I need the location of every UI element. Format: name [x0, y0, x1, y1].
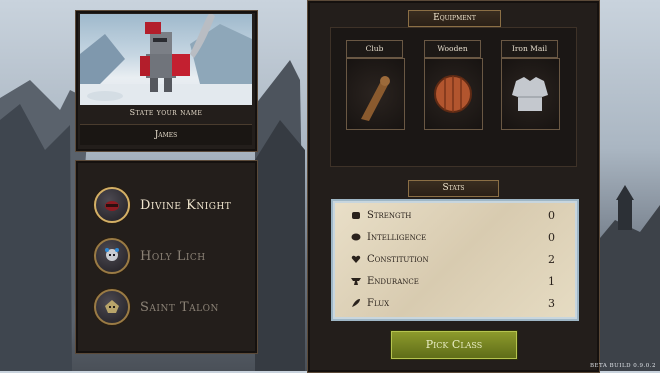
knight-helmet-icon — [94, 187, 130, 223]
build-label: BETA BUILD 0.9.0.2 — [589, 363, 656, 369]
equipment-slot-club[interactable]: Club — [346, 40, 405, 130]
class-option-holy-lich[interactable]: Holy Lich — [94, 236, 244, 276]
stat-row-constitution: Constitution 2 — [351, 250, 555, 268]
stat-label: Intelligence — [367, 231, 427, 243]
stat-row-strength: Strength 0 — [351, 206, 555, 224]
equipment-item-box — [424, 58, 483, 130]
equipment-slot-wooden-shield[interactable]: Wooden Shield — [424, 40, 483, 130]
knight-sprite — [80, 14, 252, 105]
equipment-item-box — [501, 58, 560, 130]
brain-icon — [351, 233, 361, 241]
stat-label: Constitution — [367, 253, 429, 265]
stat-value: 0 — [548, 208, 555, 222]
club-icon — [361, 76, 390, 121]
class-label: Holy Lich — [140, 248, 206, 264]
class-label: Saint Talon — [140, 299, 219, 315]
stat-value: 3 — [548, 296, 555, 310]
stat-row-intelligence: Intelligence 0 — [351, 228, 555, 246]
equipment-label: Wooden Shield — [424, 40, 481, 69]
iron-mail-icon — [512, 77, 548, 111]
equipment-item-box — [346, 58, 405, 130]
hero-portrait — [80, 14, 252, 105]
stat-value: 2 — [548, 252, 555, 266]
stat-value: 1 — [548, 274, 555, 288]
name-prompt: State your name — [129, 108, 203, 117]
equipment-slot-iron-mail[interactable]: Iron Mail — [501, 40, 560, 130]
stat-label: Strength — [367, 209, 412, 221]
fist-icon — [352, 212, 360, 219]
stat-label: Endurance — [367, 275, 419, 287]
class-option-saint-talon[interactable]: Saint Talon — [94, 287, 244, 327]
heart-icon — [351, 255, 361, 263]
class-label: Divine Knight — [140, 197, 232, 213]
equipment-label: Club — [346, 40, 403, 58]
class-option-divine-knight[interactable]: Divine Knight — [94, 185, 244, 225]
stat-row-endurance: Endurance 1 — [351, 272, 555, 290]
lich-skull-icon — [94, 238, 130, 274]
stat-row-flux: Flux 3 — [351, 294, 555, 312]
name-value: James — [154, 130, 178, 140]
stat-value: 0 — [548, 230, 555, 244]
stat-label: Flux — [367, 297, 390, 309]
feather-icon — [352, 299, 360, 307]
name-field[interactable]: James — [80, 124, 252, 145]
equipment-label: Iron Mail — [501, 40, 558, 58]
anvil-icon — [351, 278, 361, 285]
stats-header: Stats — [408, 180, 499, 197]
wooden-shield-icon — [434, 75, 472, 113]
talon-mask-icon — [94, 289, 130, 325]
equipment-header: Equipment — [408, 10, 501, 27]
pick-class-button[interactable]: Pick Class — [391, 331, 517, 359]
